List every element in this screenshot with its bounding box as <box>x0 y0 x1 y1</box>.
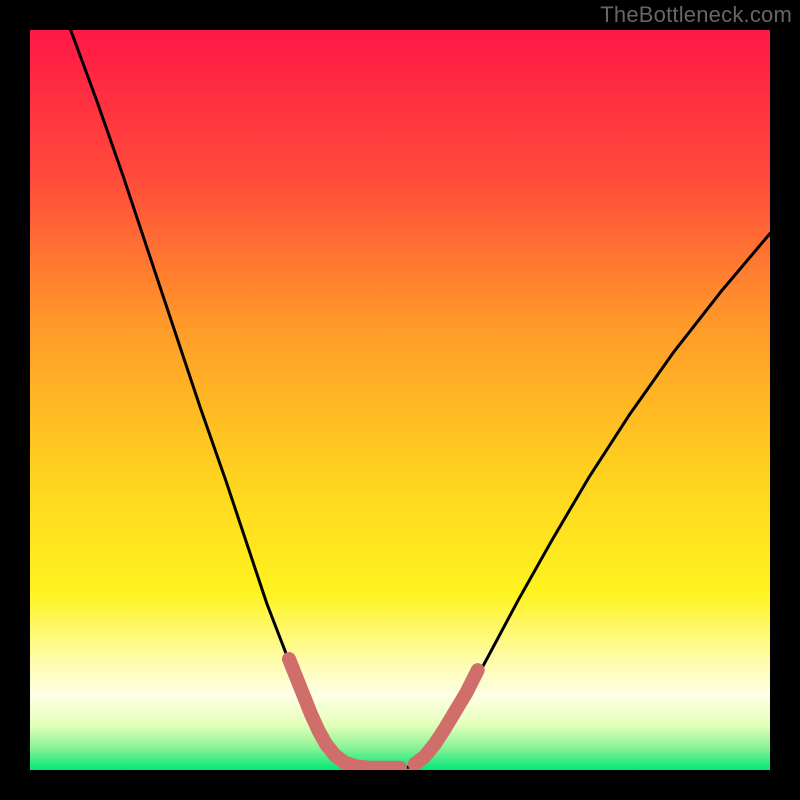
bottleneck-chart <box>30 30 770 770</box>
watermark-label: TheBottleneck.com <box>600 2 792 28</box>
gradient-background <box>30 30 770 770</box>
plot-area <box>30 30 770 770</box>
chart-frame: TheBottleneck.com <box>0 0 800 800</box>
